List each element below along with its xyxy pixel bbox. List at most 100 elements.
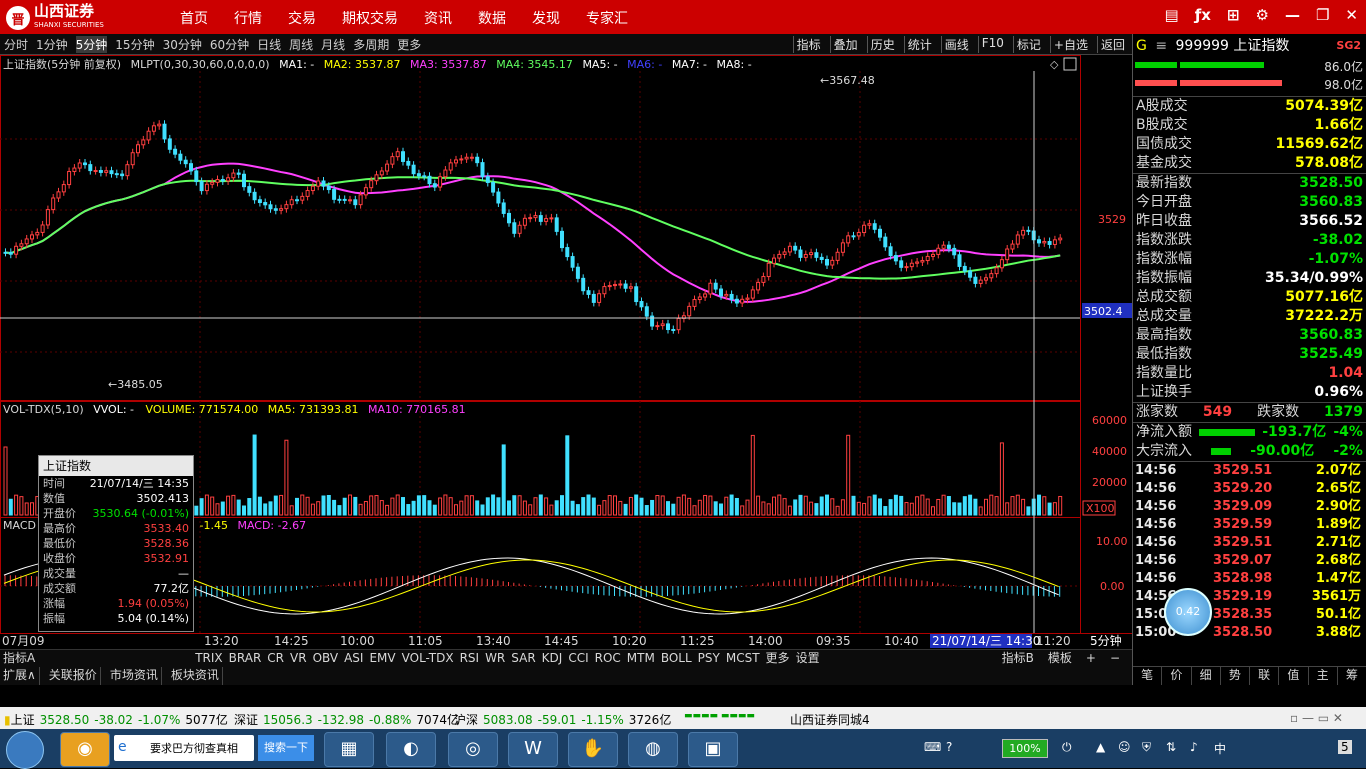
menu-experts[interactable]: 专家汇 xyxy=(586,8,628,28)
tool-button-6[interactable]: 标记 xyxy=(1012,36,1044,53)
indicator-tab-10[interactable]: WR xyxy=(485,650,505,668)
indicator-right-tab-2[interactable]: + xyxy=(1086,650,1096,667)
restore-icon[interactable]: ❐ xyxy=(1316,6,1329,24)
index-summary[interactable]: 深证 15056.3 -132.98 -0.88% 7074亿 xyxy=(234,711,459,728)
indicator-tab-5[interactable]: OBV xyxy=(313,650,339,668)
search-button[interactable]: 搜索一下 xyxy=(258,735,314,761)
close-icon[interactable]: ✕ xyxy=(1345,6,1358,24)
period-tab-8[interactable]: 月线 xyxy=(321,36,345,53)
period-tab-5[interactable]: 60分钟 xyxy=(210,36,249,53)
tray-expand-icon[interactable]: ▲ xyxy=(1096,740,1105,754)
indicator-tab-17[interactable]: PSY xyxy=(698,650,720,668)
panel-tab-4[interactable]: 联 xyxy=(1250,667,1280,685)
tool-button-3[interactable]: 统计 xyxy=(903,36,935,53)
indicator-tab-19[interactable]: 更多 xyxy=(766,650,790,668)
float-ball[interactable]: 0.42 xyxy=(1164,588,1212,636)
indicator-tab-20[interactable]: 设置 xyxy=(796,650,820,668)
index-summary[interactable]: ▮上证 3528.50 -38.02 -1.07% 5077亿 xyxy=(4,711,228,728)
tool-button-1[interactable]: 叠加 xyxy=(829,36,861,53)
indicator-tab-2[interactable]: BRAR xyxy=(229,650,262,668)
word-app-icon[interactable]: W xyxy=(508,732,558,767)
tray-keyboard-icon[interactable]: ⌨ xyxy=(924,740,941,754)
menu-trade[interactable]: 交易 xyxy=(288,8,316,28)
indicator-tab-6[interactable]: ASI xyxy=(344,650,363,668)
period-tab-7[interactable]: 周线 xyxy=(289,36,313,53)
folder-app-icon[interactable]: ▦ xyxy=(324,732,374,767)
indicator-tab-12[interactable]: KDJ xyxy=(542,650,563,668)
period-tab-1[interactable]: 1分钟 xyxy=(36,36,68,53)
tool-button-5[interactable]: F10 xyxy=(977,36,1007,53)
indicator-tab-14[interactable]: ROC xyxy=(595,650,621,668)
tool-button-8[interactable]: 返回 xyxy=(1096,36,1128,53)
bottom-tab-0[interactable]: 扩展∧ xyxy=(0,667,40,685)
menu-home[interactable]: 首页 xyxy=(180,8,208,28)
formula-icon[interactable]: ƒx xyxy=(1195,6,1211,24)
time-axis-period[interactable]: 5分钟 xyxy=(1090,633,1122,648)
diamond-icon[interactable]: ◇ xyxy=(1050,58,1059,71)
panel-tab-3[interactable]: 势 xyxy=(1221,667,1250,685)
dashboard-icon[interactable]: ▤ xyxy=(1165,6,1179,24)
search-input[interactable]: 要求巴方彻查真相 xyxy=(150,740,238,756)
panel-tab-7[interactable]: 筹 xyxy=(1338,667,1366,685)
battery-indicator[interactable]: 100% xyxy=(1002,739,1048,758)
indicator-tab-0[interactable]: 指标A xyxy=(3,650,35,668)
panel-tab-6[interactable]: 主 xyxy=(1309,667,1338,685)
period-tab-0[interactable]: 分时 xyxy=(4,36,28,53)
menu-quotes[interactable]: 行情 xyxy=(234,8,262,28)
panel-tab-5[interactable]: 值 xyxy=(1279,667,1309,685)
tool-button-2[interactable]: 历史 xyxy=(866,36,898,53)
blue-app-icon[interactable]: ◎ xyxy=(448,732,498,767)
search-box[interactable]: e 要求巴方彻查真相 xyxy=(114,735,254,761)
app-icon-1[interactable]: ◉ xyxy=(60,732,110,767)
menu-options[interactable]: 期权交易 xyxy=(342,8,398,28)
menu-news[interactable]: 资讯 xyxy=(424,8,452,28)
tray-plug-icon[interactable]: ⏻ xyxy=(1062,740,1072,755)
indicator-tab-8[interactable]: VOL-TDX xyxy=(402,650,454,668)
status-window-icons[interactable]: ▫ — ▭ ✕ xyxy=(1290,711,1343,725)
notification-badge[interactable]: 5 xyxy=(1338,740,1352,754)
handshake-app-icon[interactable]: ✋ xyxy=(568,732,618,767)
index-summary[interactable]: 沪深 5083.08 -59.01 -1.15% 3726亿 xyxy=(454,711,671,728)
bottom-tab-2[interactable]: 市场资讯 xyxy=(107,667,162,685)
panel-tab-0[interactable]: 笔 xyxy=(1133,667,1163,685)
tray-network-icon[interactable]: ⇅ xyxy=(1166,740,1176,754)
tray-ime-icon[interactable]: 中 xyxy=(1214,740,1226,757)
tray-shield-icon[interactable]: ⛨ xyxy=(1142,740,1151,755)
indicator-tab-7[interactable]: EMV xyxy=(369,650,395,668)
tool-button-4[interactable]: 画线 xyxy=(940,36,972,53)
green-app-icon[interactable]: ◐ xyxy=(386,732,436,767)
menu-data[interactable]: 数据 xyxy=(478,8,506,28)
indicator-tab-18[interactable]: MCST xyxy=(726,650,760,668)
menu-discover[interactable]: 发现 xyxy=(532,8,560,28)
menu-icon[interactable]: ≡ xyxy=(1155,38,1167,54)
tool-button-0[interactable]: 指标 xyxy=(792,36,824,53)
panel-tab-1[interactable]: 价 xyxy=(1162,667,1192,685)
panel-tab-2[interactable]: 细 xyxy=(1192,667,1221,685)
start-button[interactable] xyxy=(6,731,44,769)
indicator-tab-16[interactable]: BOLL xyxy=(661,650,692,668)
server-name[interactable]: 山西证券同城4 xyxy=(790,711,870,728)
gear-icon[interactable]: ⚙ xyxy=(1256,6,1269,24)
indicator-tab-1[interactable]: TRIX xyxy=(195,650,222,668)
indicator-tab-15[interactable]: MTM xyxy=(627,650,655,668)
period-tab-4[interactable]: 30分钟 xyxy=(163,36,202,53)
indicator-tab-3[interactable]: CR xyxy=(267,650,284,668)
indicator-right-tab-0[interactable]: 指标B xyxy=(1002,650,1034,667)
grid-icon[interactable]: ⊞ xyxy=(1227,6,1240,24)
period-tab-2[interactable]: 5分钟 xyxy=(75,36,108,53)
minimize-icon[interactable]: — xyxy=(1285,6,1300,24)
period-tab-10[interactable]: 更多 xyxy=(397,36,421,53)
bottom-tab-1[interactable]: 关联报价 xyxy=(46,667,101,685)
indicator-right-tab-3[interactable]: − xyxy=(1110,650,1120,667)
indicator-tab-9[interactable]: RSI xyxy=(460,650,480,668)
tray-qq-icon[interactable]: ☺ xyxy=(1118,740,1131,754)
trading-app-icon[interactable]: ▣ xyxy=(688,732,738,767)
orange-app-icon[interactable]: ◍ xyxy=(628,732,678,767)
period-tab-6[interactable]: 日线 xyxy=(257,36,281,53)
tool-button-7[interactable]: +自选 xyxy=(1049,36,1091,53)
tray-volume-icon[interactable]: ♪ xyxy=(1190,740,1198,754)
indicator-tab-11[interactable]: SAR xyxy=(511,650,535,668)
period-tab-3[interactable]: 15分钟 xyxy=(115,36,154,53)
indicator-tab-13[interactable]: CCI xyxy=(568,650,588,668)
tray-help-icon[interactable]: ? xyxy=(946,740,952,754)
